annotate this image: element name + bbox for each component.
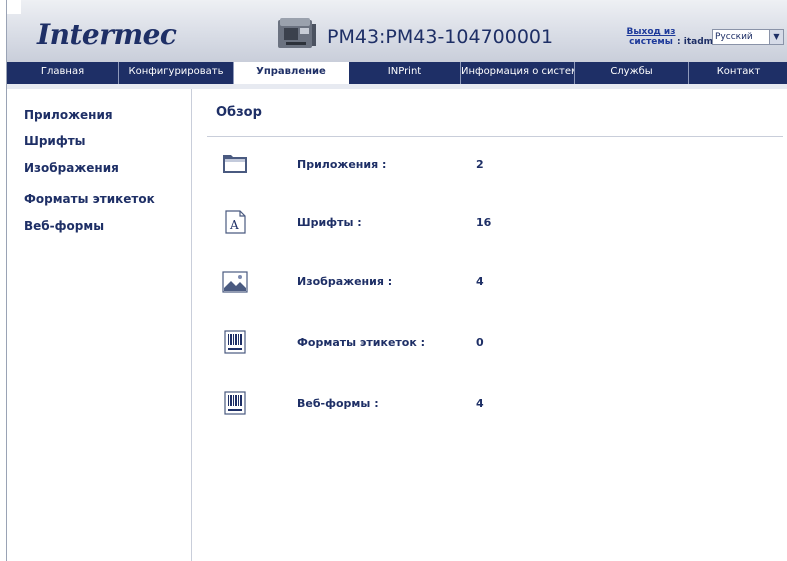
- printer-name: PM43:PM43-104700001: [327, 26, 554, 48]
- sidebar-item-applications[interactable]: Приложения: [24, 108, 113, 122]
- barcode-format-icon: [224, 391, 246, 415]
- logo-corner-box: [7, 0, 21, 14]
- row-label-applications: Приложения :: [297, 158, 387, 171]
- main-nav: Главная Конфигурировать Управление INPri…: [7, 62, 787, 84]
- app-frame: Intermec PM43:PM43-104700001 Выход из си…: [6, 0, 787, 561]
- nav-item-manage[interactable]: Управление: [234, 62, 349, 84]
- language-select-value: Русский: [715, 32, 753, 42]
- nav-item-services[interactable]: Службы: [575, 62, 689, 84]
- nav-item-inprint[interactable]: INPrint: [349, 62, 461, 84]
- row-value-fonts: 16: [476, 216, 492, 229]
- title-divider: [207, 136, 783, 137]
- header: Intermec PM43:PM43-104700001 Выход из си…: [7, 0, 787, 62]
- svg-text:A: A: [229, 218, 239, 232]
- logout-link-line-1: Выход из: [626, 27, 676, 37]
- row-label-images: Изображения :: [297, 275, 393, 288]
- chevron-down-icon[interactable]: ▼: [769, 30, 783, 44]
- row-value-label-formats: 0: [476, 336, 484, 349]
- row-value-images: 4: [476, 275, 484, 288]
- image-icon: [222, 271, 248, 293]
- sidebar-item-label-formats[interactable]: Форматы этикеток: [24, 192, 155, 206]
- sidebar-item-web-forms[interactable]: Веб-формы: [24, 219, 104, 233]
- row-label-label-formats: Форматы этикеток :: [297, 336, 426, 349]
- row-value-applications: 2: [476, 158, 484, 171]
- row-label-web-forms: Веб-формы :: [297, 397, 379, 410]
- logout-link-line-2: системы: [629, 37, 673, 47]
- sidebar-item-images[interactable]: Изображения: [24, 161, 119, 175]
- font-icon: A: [225, 210, 246, 234]
- sidebar-item-fonts[interactable]: Шрифты: [24, 134, 86, 148]
- printer-icon: [278, 18, 316, 48]
- logout-link[interactable]: Выход из системы: [620, 27, 682, 47]
- nav-item-configure[interactable]: Конфигурировать: [119, 62, 234, 84]
- nav-item-contact[interactable]: Контакт: [689, 62, 787, 84]
- sidebar: Приложения Шрифты Изображения Форматы эт…: [7, 89, 192, 561]
- page-title: Обзор: [216, 105, 262, 120]
- folder-icon: [223, 155, 247, 173]
- nav-item-system-info[interactable]: Информация о системе: [461, 62, 575, 84]
- language-select[interactable]: Русский ▼: [712, 29, 784, 45]
- nav-item-home[interactable]: Главная: [7, 62, 119, 84]
- intermec-logo: Intermec: [37, 18, 177, 51]
- row-value-web-forms: 4: [476, 397, 484, 410]
- row-label-fonts: Шрифты :: [297, 216, 362, 229]
- barcode-format-icon: [224, 330, 246, 354]
